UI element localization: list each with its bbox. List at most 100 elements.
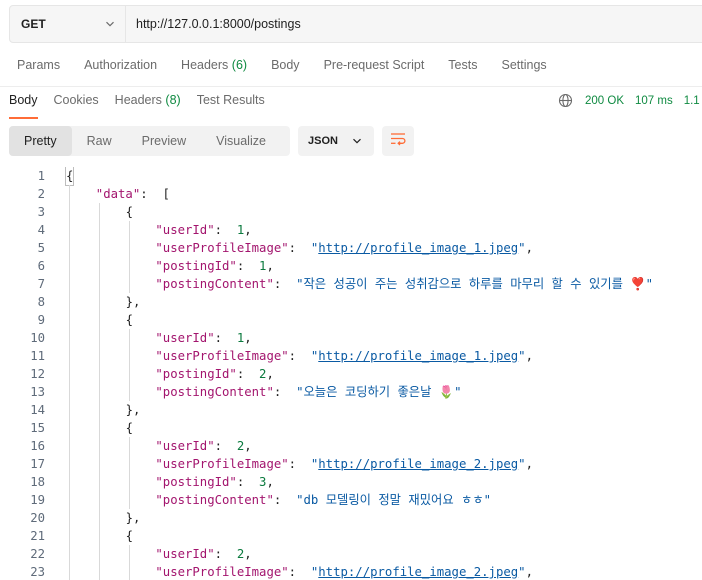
- code-line: 20},: [0, 509, 702, 527]
- view-mode-pretty[interactable]: Pretty: [9, 126, 72, 156]
- indent-guide: [69, 437, 70, 455]
- tab-settings[interactable]: Settings: [501, 58, 546, 80]
- line-number: 6: [37, 259, 45, 273]
- code-line: 12 "postingId": 2,: [0, 365, 702, 383]
- line-number: 23: [30, 565, 45, 579]
- line-number: 13: [30, 385, 45, 399]
- method-select[interactable]: GET: [10, 6, 126, 42]
- code-text: },: [125, 403, 141, 417]
- code-line: 2 "data": [: [0, 185, 702, 203]
- indent-guide: [69, 203, 70, 221]
- code-text: "postingId": 3,: [155, 475, 274, 489]
- indent-guide: [98, 311, 100, 329]
- line-number: 4: [37, 223, 45, 237]
- url-link[interactable]: http://profile_image_2.jpeg: [318, 457, 518, 471]
- code-line: 7 "postingContent": "작은 성공이 주는 성취감으로 하루를 …: [0, 275, 702, 293]
- indent-guide: [128, 365, 130, 383]
- code-line: 23 "userProfileImage": "http://profile_im…: [0, 563, 702, 580]
- url-link[interactable]: http://profile_image_1.jpeg: [318, 241, 518, 255]
- request-url-bar: GET http://127.0.0.1:8000/postings: [9, 5, 702, 43]
- code-text: "postingId": 1,: [155, 259, 274, 273]
- indent-guide: [69, 473, 70, 491]
- line-number: 7: [37, 277, 45, 291]
- code-text: "postingContent": "db 모델링이 정말 재밌어요 ㅎㅎ": [155, 493, 492, 507]
- code-line: 3{: [0, 203, 702, 221]
- code-text: "userProfileImage": "http://profile_imag…: [155, 565, 533, 579]
- code-text: "postingId": 2,: [155, 367, 274, 381]
- response-tab-cookies[interactable]: Cookies: [54, 93, 99, 117]
- code-line: 4 "userId": 1,: [0, 221, 702, 239]
- indent-guide: [98, 239, 100, 257]
- code-line: 11 "userProfileImage": "http://profile_im…: [0, 347, 702, 365]
- indent-guide: [128, 437, 130, 455]
- view-mode-visualize[interactable]: Visualize: [201, 126, 281, 156]
- code-line: 17 "userProfileImage": "http://profile_im…: [0, 455, 702, 473]
- indent-guide: [98, 203, 100, 221]
- indent-guide: [98, 563, 100, 580]
- line-number: 18: [30, 475, 45, 489]
- indent-guide: [69, 383, 70, 401]
- indent-guide: [69, 527, 70, 545]
- code-text: "userId": 2,: [155, 547, 252, 561]
- tab-body[interactable]: Body: [271, 58, 300, 80]
- line-number: 15: [30, 421, 45, 435]
- code-text: "userId": 1,: [155, 223, 252, 237]
- request-tabs: Params Authorization Headers (6) Body Pr…: [0, 58, 554, 80]
- response-tab-headers[interactable]: Headers (8): [115, 93, 181, 117]
- view-mode-selector: Pretty Raw Preview Visualize: [9, 126, 290, 156]
- wrap-lines-button[interactable]: [382, 126, 414, 156]
- code-text: },: [125, 511, 141, 525]
- tab-tests[interactable]: Tests: [448, 58, 477, 80]
- line-number: 2: [37, 187, 45, 201]
- indent-guide: [128, 491, 130, 509]
- code-text: {: [125, 421, 133, 435]
- code-line: 15 {: [0, 419, 702, 437]
- url-link[interactable]: http://profile_image_2.jpeg: [318, 565, 518, 579]
- tab-authorization-label: Authorization: [84, 58, 158, 72]
- indent-guide: [128, 347, 130, 365]
- line-number: 22: [30, 547, 45, 561]
- view-mode-preview[interactable]: Preview: [127, 126, 201, 156]
- view-mode-raw[interactable]: Raw: [72, 126, 127, 156]
- code-line: 18 "postingId": 3,: [0, 473, 702, 491]
- indent-guide: [98, 419, 100, 437]
- tab-headers-label: Headers: [181, 58, 229, 72]
- code-line: 21 {: [0, 527, 702, 545]
- indent-guide: [128, 239, 130, 257]
- indent-guide: [128, 221, 130, 239]
- tab-params[interactable]: Params: [17, 58, 60, 80]
- response-tab-test-results[interactable]: Test Results: [197, 93, 265, 117]
- response-size[interactable]: 1.1: [684, 95, 700, 107]
- globe-icon[interactable]: [558, 93, 573, 108]
- tab-pre-request-script[interactable]: Pre-request Script: [324, 58, 425, 80]
- response-time[interactable]: 107 ms: [635, 95, 673, 107]
- code-line: 16 "userId": 2,: [0, 437, 702, 455]
- code-line: 10 "userId": 1,: [0, 329, 702, 347]
- code-text: {: [125, 205, 133, 219]
- indent-guide: [69, 419, 70, 437]
- tab-tests-label: Tests: [448, 58, 478, 72]
- line-number: 20: [30, 511, 45, 525]
- indent-guide: [98, 473, 100, 491]
- indent-guide: [98, 455, 100, 473]
- status-code[interactable]: 200 OK: [585, 95, 624, 107]
- line-number: 9: [37, 313, 45, 327]
- url-input[interactable]: http://127.0.0.1:8000/postings: [126, 17, 301, 31]
- indent-guide: [98, 293, 100, 311]
- line-number: 17: [30, 457, 45, 471]
- response-tab-body[interactable]: Body: [9, 93, 38, 119]
- format-label: JSON: [308, 135, 338, 147]
- code-text: "postingContent": "오늘은 코딩하기 좋은날 🌷": [155, 385, 462, 399]
- wrap-lines-icon: [390, 132, 406, 151]
- format-select[interactable]: JSON: [298, 126, 374, 156]
- indent-guide: [98, 401, 100, 419]
- indent-guide: [98, 365, 100, 383]
- indent-guide: [69, 221, 70, 239]
- url-link[interactable]: http://profile_image_1.jpeg: [318, 349, 518, 363]
- tab-params-label: Params: [17, 58, 61, 72]
- response-body-viewer[interactable]: 1{2 "data": [3{4 "userId": 1, 5 "userProfile…: [0, 167, 702, 580]
- tab-authorization[interactable]: Authorization: [84, 58, 157, 80]
- tab-headers[interactable]: Headers (6): [181, 58, 247, 80]
- code-line: 6 "postingId": 1,: [0, 257, 702, 275]
- indent-guide: [69, 275, 70, 293]
